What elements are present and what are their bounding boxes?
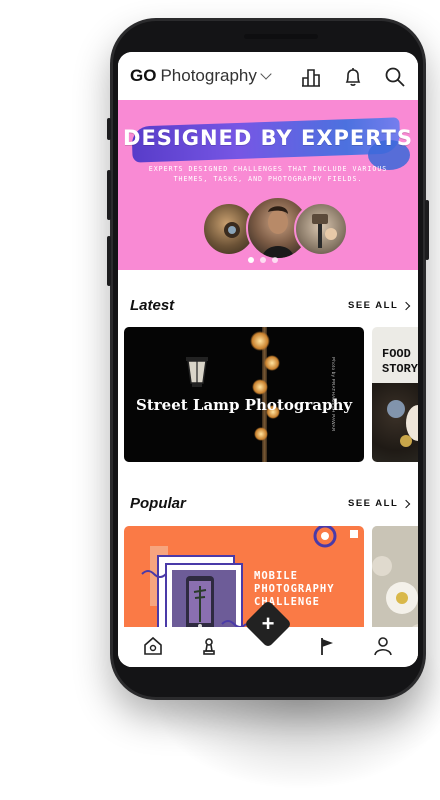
- pagination-dot[interactable]: [272, 257, 278, 263]
- latest-see-all-link[interactable]: SEE ALL: [348, 300, 411, 311]
- street-lamp-card[interactable]: Street Lamp Photography Photo by PRATHAM…: [124, 327, 364, 462]
- featured-banner[interactable]: DESIGNED BY EXPERTS EXPERTS DESIGNED CHA…: [118, 100, 418, 270]
- phone-power-button: [425, 200, 429, 260]
- food-story-card[interactable]: FOOD STORY: [372, 327, 418, 462]
- latest-section-title: Latest: [130, 297, 175, 314]
- phone-speaker: [244, 34, 318, 39]
- profile-icon[interactable]: [372, 635, 394, 657]
- photo-credit: Photo by PRATHAMESH PAWAR: [331, 357, 336, 432]
- phone-volume-up-button: [107, 170, 111, 220]
- pagination-dot[interactable]: [260, 257, 266, 263]
- popular-see-all-link[interactable]: SEE ALL: [348, 498, 411, 509]
- popular-section-title: Popular: [130, 495, 186, 512]
- chevron-right-icon: [402, 301, 411, 310]
- flag-icon[interactable]: [316, 635, 338, 657]
- phone-volume-down-button: [107, 236, 111, 286]
- light-bulb-image: [250, 331, 270, 351]
- expert-photo: [294, 202, 348, 256]
- food-photo: [372, 383, 418, 462]
- light-bulb-image: [264, 355, 280, 371]
- banner-pagination: [248, 257, 278, 263]
- category-selector[interactable]: GO Photography: [130, 66, 272, 86]
- see-all-label: SEE ALL: [348, 300, 399, 311]
- plus-icon: +: [261, 611, 275, 636]
- phone-side-button: [107, 118, 111, 140]
- leaderboard-icon[interactable]: [300, 66, 322, 88]
- chevron-down-icon: [260, 67, 272, 80]
- app-screen: GO Photography DESIGNED BY EXPERTS EXPER…: [118, 52, 418, 667]
- light-bulb-image: [252, 379, 268, 395]
- light-bulb-image: [254, 427, 268, 441]
- lantern-image: [186, 357, 208, 387]
- home-icon[interactable]: [142, 635, 164, 657]
- bell-icon[interactable]: [342, 66, 364, 88]
- street-lamp-card-title: Street Lamp Photography: [136, 396, 353, 414]
- food-story-card-title: FOOD STORY: [382, 347, 418, 376]
- see-all-label: SEE ALL: [348, 498, 399, 509]
- section-title: Photography: [160, 66, 257, 85]
- pagination-dot[interactable]: [248, 257, 254, 263]
- chevron-right-icon: [402, 499, 411, 508]
- banner-title: DESIGNED BY EXPERTS: [123, 126, 413, 150]
- banner-subtitle: EXPERTS DESIGNED CHALLENGES THAT INCLUDE…: [148, 165, 388, 183]
- search-icon[interactable]: [384, 66, 406, 88]
- app-header: GO Photography: [118, 52, 418, 100]
- brand-prefix: GO: [130, 66, 157, 85]
- trophy-icon[interactable]: [198, 635, 220, 657]
